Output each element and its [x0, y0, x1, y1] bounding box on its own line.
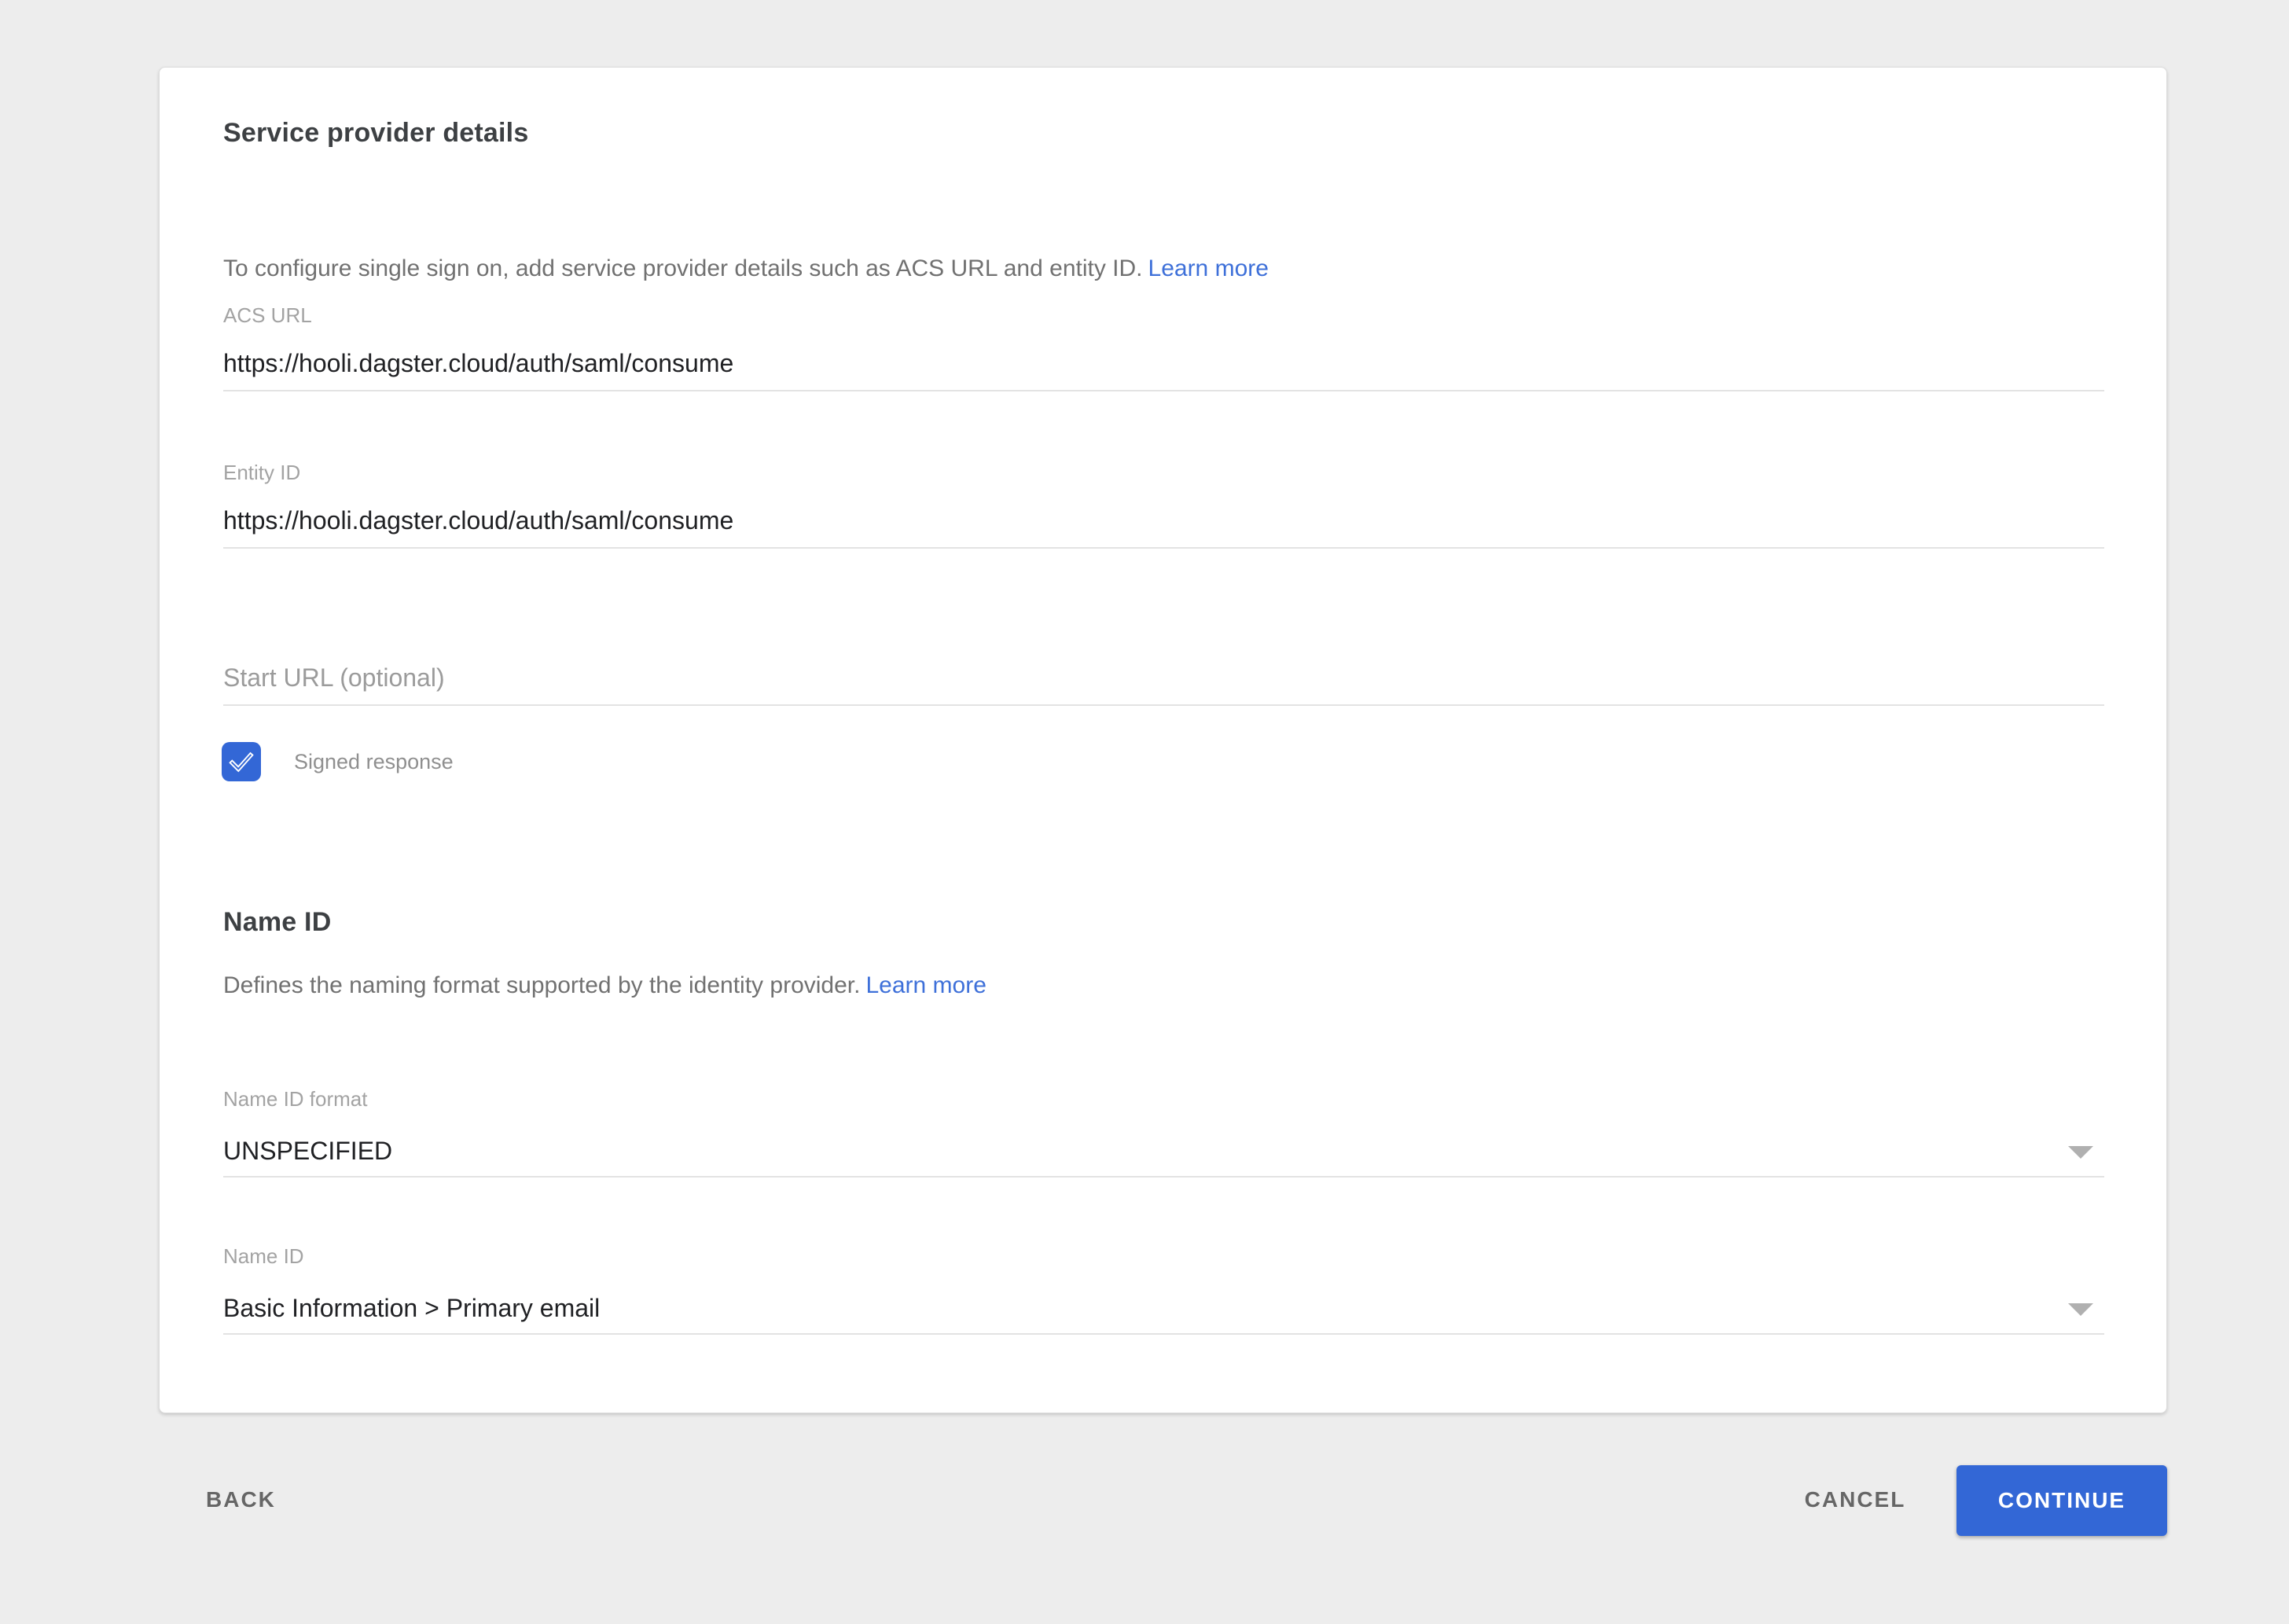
name-id-value: Basic Information > Primary email — [223, 1294, 600, 1322]
page-background: Service provider details To configure si… — [0, 0, 2289, 1624]
section-title-name-id: Name ID — [223, 906, 331, 939]
learn-more-link-service-provider[interactable]: Learn more — [1148, 255, 1269, 281]
cancel-button[interactable]: CANCEL — [1784, 1472, 1926, 1528]
dropdown-arrow-icon[interactable] — [2068, 1146, 2093, 1159]
section1-description-text: To configure single sign on, add service… — [223, 255, 1143, 281]
signed-response-checkbox[interactable] — [222, 742, 261, 781]
acs-url-input[interactable] — [223, 344, 2104, 391]
name-id-format-label: Name ID format — [223, 1087, 368, 1111]
section-title-service-provider-details: Service provider details — [223, 116, 528, 149]
dropdown-arrow-icon[interactable] — [2068, 1303, 2093, 1316]
name-id-format-value: UNSPECIFIED — [223, 1137, 392, 1165]
entity-id-label: Entity ID — [223, 461, 300, 484]
name-id-format-select[interactable]: UNSPECIFIED — [223, 1130, 2104, 1178]
checkmark-icon — [226, 747, 256, 777]
learn-more-link-name-id[interactable]: Learn more — [865, 972, 986, 998]
start-url-input[interactable] — [223, 659, 2104, 706]
acs-url-label: ACS URL — [223, 303, 312, 327]
section2-description: Defines the naming format supported by t… — [223, 970, 987, 1001]
signed-response-row: Signed response — [222, 742, 454, 781]
continue-button[interactable]: CONTINUE — [1956, 1465, 2167, 1536]
name-id-select[interactable]: Basic Information > Primary email — [223, 1288, 2104, 1335]
back-button[interactable]: BACK — [187, 1472, 295, 1528]
name-id-label: Name ID — [223, 1244, 304, 1268]
signed-response-label: Signed response — [294, 750, 454, 774]
section2-description-text: Defines the naming format supported by t… — [223, 972, 860, 998]
service-provider-details-card: Service provider details To configure si… — [159, 67, 2167, 1413]
entity-id-input[interactable] — [223, 502, 2104, 549]
section1-description: To configure single sign on, add service… — [223, 253, 1269, 285]
